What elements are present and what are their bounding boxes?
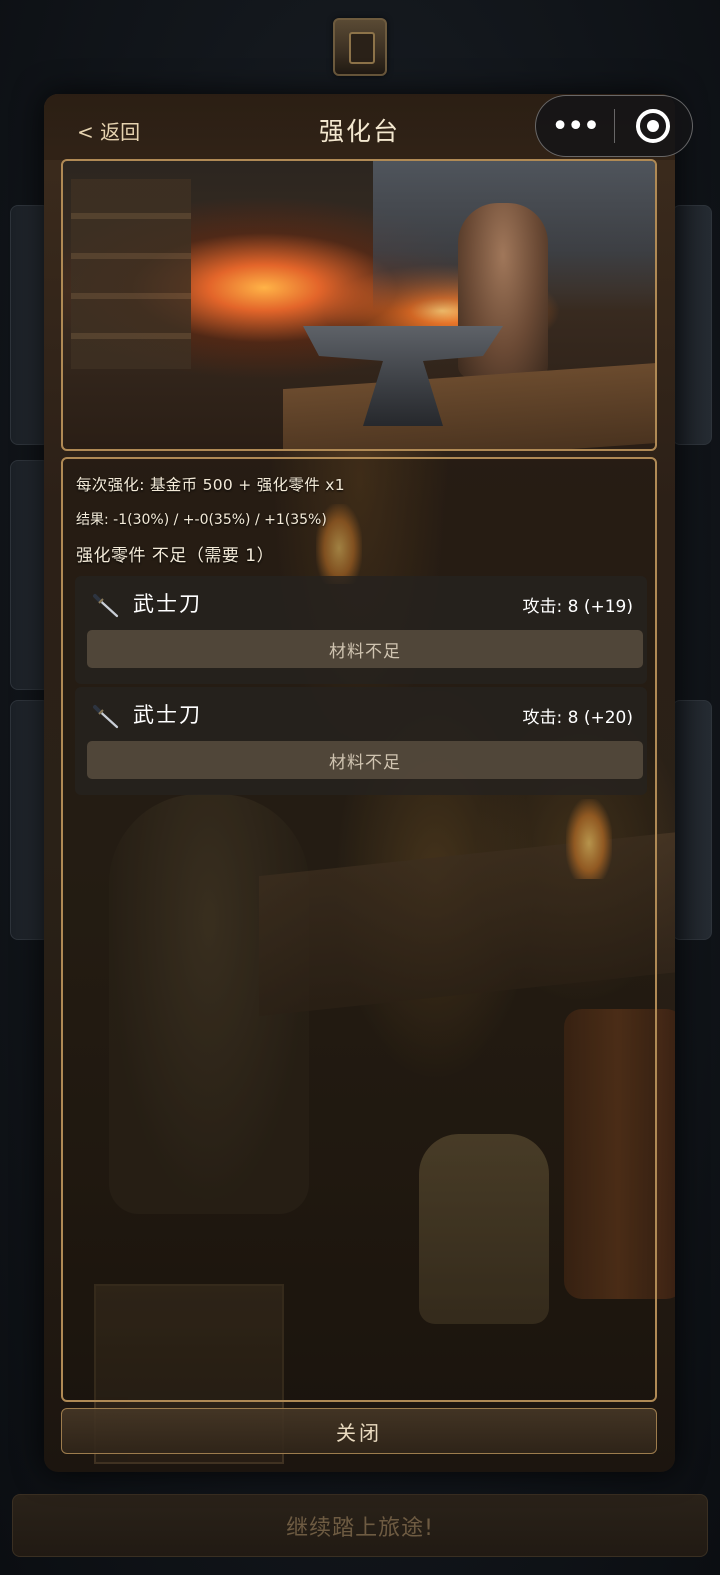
background-card-right (672, 700, 712, 940)
enhance-cost-text: 每次强化: 基金币 500 + 强化零件 x1 (76, 476, 345, 494)
target-circle-icon[interactable] (615, 95, 693, 157)
close-button[interactable]: 关闭 (61, 1408, 657, 1454)
item-name: 武士刀 (133, 703, 202, 727)
forge-shelf (71, 179, 191, 369)
weapon-item-card: 武士刀 攻击: 8 (+20) 材料不足 (75, 687, 647, 795)
parts-status-text: 强化零件 不足（需要 1） (76, 546, 275, 566)
enhance-button-disabled[interactable]: 材料不足 (87, 630, 643, 668)
enhance-modal: < 返回 强化台 每次强化: 基金币 500 + 强化零件 x1 结果: -1(… (44, 94, 675, 1472)
enhance-panel: 每次强化: 基金币 500 + 强化零件 x1 结果: -1(30%) / +-… (61, 457, 657, 1402)
katana-icon (93, 594, 119, 618)
enhance-button-disabled[interactable]: 材料不足 (87, 741, 643, 779)
game-screen: 继续踏上旅途! < 返回 强化台 每次强化: 基金币 500 + 强化零件 x1… (0, 0, 720, 1575)
shelter-icon (333, 18, 387, 76)
weapon-item-card: 武士刀 攻击: 8 (+19) 材料不足 (75, 576, 647, 684)
item-name: 武士刀 (133, 592, 202, 616)
more-dots-icon[interactable]: ••• (536, 95, 614, 157)
miniprogram-capsule: ••• (535, 95, 693, 157)
continue-journey-button[interactable]: 继续踏上旅途! (12, 1494, 708, 1557)
katana-icon (93, 705, 119, 729)
item-attack-stat: 攻击: 8 (+19) (522, 597, 634, 617)
background-card-right (672, 205, 712, 445)
forge-illustration (61, 159, 657, 451)
forge-table (283, 362, 655, 449)
item-attack-stat: 攻击: 8 (+20) (522, 708, 634, 728)
enhance-result-odds: 结果: -1(30%) / +-0(35%) / +1(35%) (76, 512, 327, 528)
